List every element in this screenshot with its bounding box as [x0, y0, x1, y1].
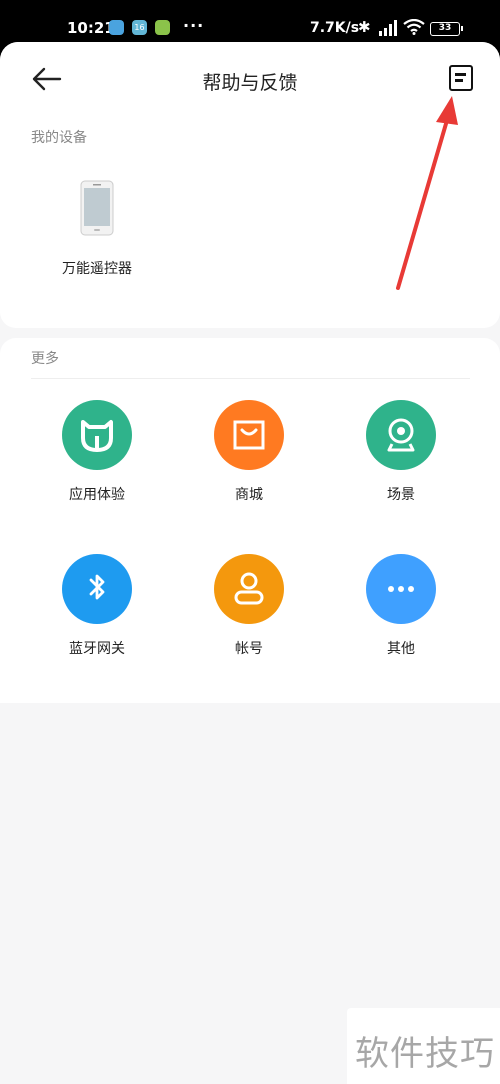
phone-device-icon — [80, 180, 114, 236]
wifi-icon — [403, 19, 425, 35]
tile-app-experience[interactable]: 应用体验 — [42, 400, 152, 510]
tile-shop[interactable]: 商城 — [194, 400, 304, 510]
watermark-text: 软件技巧 — [355, 1034, 495, 1074]
tile-account[interactable]: 帐号 — [194, 554, 304, 664]
bluetooth-status-icon: ✱ — [358, 18, 371, 36]
account-icon — [214, 554, 284, 624]
tile-label: 应用体验 — [69, 487, 125, 503]
tile-label: 商城 — [235, 487, 263, 503]
device-item[interactable]: 万能遥控器 — [55, 180, 139, 280]
status-time: 10:21 — [67, 19, 115, 37]
signal-icon — [379, 20, 397, 36]
my-devices-card: 帮助与反馈 我的设备 万能遥控器 — [0, 42, 500, 328]
annotation-arrow — [396, 96, 458, 290]
tile-label: 其他 — [387, 641, 415, 657]
more-icon — [366, 554, 436, 624]
tile-label: 蓝牙网关 — [69, 641, 125, 657]
more-notifications-indicator: ··· — [183, 16, 205, 35]
more-label: 更多 — [31, 351, 59, 367]
help-feedback-page: 帮助与反馈 我的设备 万能遥控器 更多 应用体验 商城 场景 蓝牙网关 帐号 其… — [0, 42, 500, 1084]
tile-bluetooth-gateway[interactable]: 蓝牙网关 — [42, 554, 152, 664]
app-notification-icon — [109, 20, 124, 35]
more-card: 更多 应用体验 商城 场景 蓝牙网关 帐号 其他 — [0, 338, 500, 703]
device-name: 万能遥控器 — [62, 261, 132, 277]
tile-label: 帐号 — [235, 641, 263, 657]
page-title: 帮助与反馈 — [202, 72, 298, 94]
app-notification-icon — [155, 20, 170, 35]
battery-icon: 33 — [430, 22, 463, 36]
badge-notification-icon: 16 — [132, 20, 147, 35]
watermark: 软件技巧 — [347, 1008, 500, 1084]
network-speed: 7.7K/s — [310, 20, 360, 36]
status-bar: 10:21 16 ··· 7.7K/s ✱ 33 — [0, 0, 500, 46]
mijia-icon — [62, 400, 132, 470]
feedback-history-icon[interactable] — [449, 65, 473, 91]
shop-bag-icon — [214, 400, 284, 470]
bluetooth-icon — [62, 554, 132, 624]
divider — [31, 378, 470, 379]
my-devices-label: 我的设备 — [31, 130, 87, 146]
tile-scene[interactable]: 场景 — [346, 400, 456, 510]
tile-label: 场景 — [387, 487, 415, 503]
tile-other[interactable]: 其他 — [346, 554, 456, 664]
camera-icon — [366, 400, 436, 470]
